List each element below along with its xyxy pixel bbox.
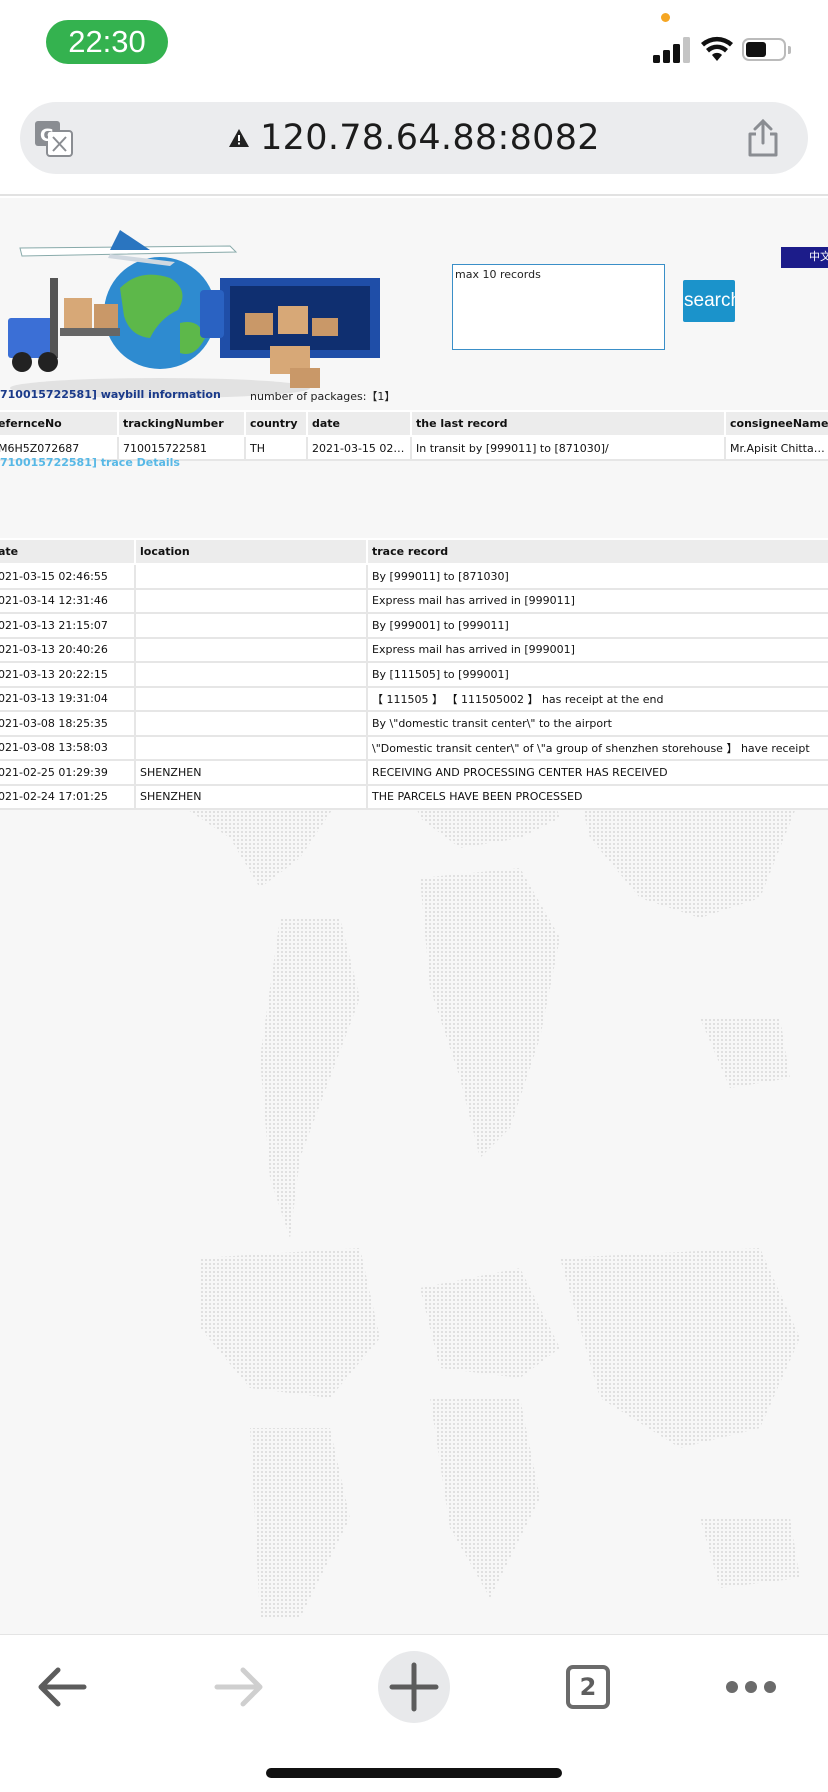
trace-location-cell bbox=[134, 612, 368, 639]
trace-record-cell: By \"domestic transit center\" to the ai… bbox=[366, 710, 828, 737]
column-header: location bbox=[134, 538, 368, 565]
trace-date-cell: 021-02-25 01:29:39 bbox=[0, 759, 136, 786]
clock-time: 22:30 bbox=[46, 20, 168, 64]
trace-date-cell: 021-03-13 19:31:04 bbox=[0, 685, 136, 712]
trace-record-cell: RECEIVING AND PROCESSING CENTER HAS RECE… bbox=[366, 759, 828, 786]
trace-record-cell: By [999001] to [999011] bbox=[366, 612, 828, 639]
trace-location-cell bbox=[134, 587, 368, 614]
column-header: country bbox=[244, 410, 308, 437]
trace-date-cell: 021-03-08 18:25:35 bbox=[0, 710, 136, 737]
trace-location-cell bbox=[134, 710, 368, 737]
trace-record-cell: THE PARCELS HAVE BEEN PROCESSED bbox=[366, 783, 828, 810]
trace-date-cell: 021-03-13 21:15:07 bbox=[0, 612, 136, 639]
privacy-indicator-dot bbox=[661, 13, 670, 22]
trace-record-cell: Express mail has arrived in [999011] bbox=[366, 587, 828, 614]
trace-location-cell: SHENZHEN bbox=[134, 783, 368, 810]
package-count: number of packages:【1】 bbox=[250, 390, 396, 403]
trace-location-cell bbox=[134, 661, 368, 688]
trace-location-cell bbox=[134, 563, 368, 590]
web-page: search 中文 710015722581] waybill informat… bbox=[0, 198, 828, 1634]
home-indicator[interactable] bbox=[266, 1768, 562, 1778]
table-row: 021-03-13 19:31:04 【 111505 】 【 111505002… bbox=[0, 685, 828, 712]
column-header: efernceNo bbox=[0, 410, 119, 437]
trace-date-cell: 021-03-14 12:31:46 bbox=[0, 587, 136, 614]
column-header: the last record bbox=[410, 410, 726, 437]
language-toggle[interactable]: 中文 bbox=[781, 247, 828, 268]
browser-address-area: G 120.78.64.88:8082 bbox=[0, 90, 828, 196]
new-tab-button[interactable] bbox=[378, 1651, 450, 1723]
trace-location-cell: SHENZHEN bbox=[134, 759, 368, 786]
trace-date-cell: 021-03-08 13:58:03 bbox=[0, 734, 136, 761]
table-row: 021-02-24 17:01:25 SHENZHEN THE PARCELS HA… bbox=[0, 783, 828, 810]
table-row: 021-03-15 02:46:55 By [999011] to [871030… bbox=[0, 563, 828, 590]
table-row: 021-03-13 20:40:26 Express mail has arriv… bbox=[0, 636, 828, 663]
search-button[interactable]: search bbox=[683, 280, 735, 322]
tabs-button[interactable]: 2 bbox=[556, 1655, 620, 1719]
battery-icon bbox=[742, 38, 791, 61]
waybill-info-title: 710015722581] waybill information bbox=[0, 388, 221, 401]
address-bar[interactable]: G 120.78.64.88:8082 bbox=[20, 102, 808, 174]
table-row: 021-02-25 01:29:39 SHENZHEN RECEIVING AND … bbox=[0, 759, 828, 786]
trace-header-row: ate location trace record bbox=[0, 538, 828, 565]
column-header: trackingNumber bbox=[117, 410, 246, 437]
column-header: consigneeName bbox=[724, 410, 828, 437]
trace-record-cell: 【 111505 】 【 111505002 】 has receipt at … bbox=[366, 685, 828, 712]
plus-icon bbox=[389, 1662, 439, 1712]
trace-record-cell: Express mail has arrived in [999001] bbox=[366, 636, 828, 663]
arrow-right-icon[interactable] bbox=[205, 1655, 269, 1719]
arrow-left-icon[interactable] bbox=[32, 1655, 96, 1719]
trace-location-cell bbox=[134, 636, 368, 663]
trace-record-cell: By [111505] to [999001] bbox=[366, 661, 828, 688]
logistics-banner-image bbox=[8, 230, 380, 398]
column-header: ate bbox=[0, 538, 136, 565]
column-header: trace record bbox=[366, 538, 828, 565]
search-input[interactable] bbox=[452, 264, 665, 350]
warning-icon bbox=[229, 129, 250, 147]
status-bar: 22:30 bbox=[0, 0, 828, 90]
waybill-section-header: 710015722581] waybill information number… bbox=[0, 388, 828, 403]
trace-section-header: 710015722581] trace Details bbox=[0, 456, 828, 469]
waybill-header-row: efernceNo trackingNumber country date th… bbox=[0, 410, 828, 437]
more-dots-icon[interactable] bbox=[718, 1655, 782, 1719]
share-icon[interactable] bbox=[746, 118, 780, 158]
trace-record-cell: \"Domestic transit center\" of \"a group… bbox=[366, 734, 828, 761]
trace-table: ate location trace record 021-03-15 02:4… bbox=[0, 538, 828, 810]
cellular-signal-icon bbox=[653, 37, 691, 63]
table-row: 021-03-08 18:25:35 By \"domestic transit … bbox=[0, 710, 828, 737]
trace-details-title: 710015722581] trace Details bbox=[0, 456, 180, 469]
trace-date-cell: 021-03-13 20:22:15 bbox=[0, 661, 136, 688]
table-row: 021-03-08 13:58:03 \"Domestic transit cen… bbox=[0, 734, 828, 761]
table-row: 021-03-13 21:15:07 By [999001] to [999011… bbox=[0, 612, 828, 639]
column-header: date bbox=[306, 410, 412, 437]
table-row: 021-03-13 20:22:15 By [111505] to [999001… bbox=[0, 661, 828, 688]
trace-location-cell bbox=[134, 734, 368, 761]
tab-count: 2 bbox=[566, 1665, 610, 1709]
trace-date-cell: 021-03-15 02:46:55 bbox=[0, 563, 136, 590]
wifi-icon bbox=[701, 36, 733, 61]
trace-location-cell bbox=[134, 685, 368, 712]
trace-date-cell: 021-03-13 20:40:26 bbox=[0, 636, 136, 663]
table-row: 021-03-14 12:31:46 Express mail has arriv… bbox=[0, 587, 828, 614]
waybill-table: efernceNo trackingNumber country date th… bbox=[0, 410, 828, 461]
trace-record-cell: By [999011] to [871030] bbox=[366, 563, 828, 590]
url-text[interactable]: 120.78.64.88:8082 bbox=[260, 118, 600, 158]
trace-date-cell: 021-02-24 17:01:25 bbox=[0, 783, 136, 810]
